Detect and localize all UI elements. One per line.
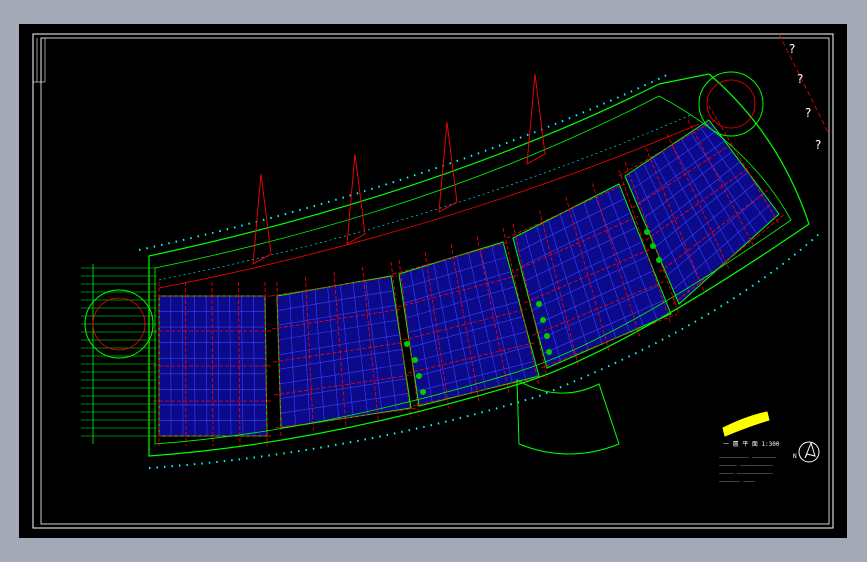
tree-dot	[416, 373, 422, 379]
skylight-spike	[346, 153, 366, 245]
entrance-plaza	[516, 379, 620, 455]
cad-viewport[interactable]: 一 層 平 面 1:300 __________ ________ ______…	[19, 24, 847, 538]
key-plan-icon	[722, 411, 770, 437]
tree-dot	[644, 229, 650, 235]
tree-dot	[650, 243, 656, 249]
tree-dot	[656, 257, 662, 263]
skylight-spike	[438, 121, 458, 213]
note-line-3: _____ ____________	[719, 468, 774, 474]
title-strip	[33, 38, 46, 83]
building-plan	[81, 33, 830, 469]
question-mark: ?	[789, 42, 796, 56]
north-arrow-icon	[798, 441, 820, 463]
note-line-2: ______ ___________	[719, 460, 774, 466]
note-line-1: __________ ________	[719, 452, 777, 458]
stair-tower	[706, 79, 756, 129]
skylight-spike	[252, 173, 272, 265]
note-line-4: _______ ____	[719, 476, 756, 482]
question-mark: ?	[815, 138, 822, 152]
tree-dot	[420, 389, 426, 395]
tree-dot	[536, 301, 542, 307]
tree-dot	[546, 349, 552, 355]
tree-dot	[404, 341, 410, 347]
question-mark: ?	[797, 72, 804, 86]
stair-tower	[698, 71, 764, 137]
question-mark: ?	[805, 106, 812, 120]
north-label: N	[793, 453, 797, 460]
tree-dot	[544, 333, 550, 339]
legend-title: 一 層 平 面 1:300	[723, 441, 780, 448]
site-boundary	[778, 33, 830, 135]
tree-dot	[540, 317, 546, 323]
tree-dot	[412, 357, 418, 363]
